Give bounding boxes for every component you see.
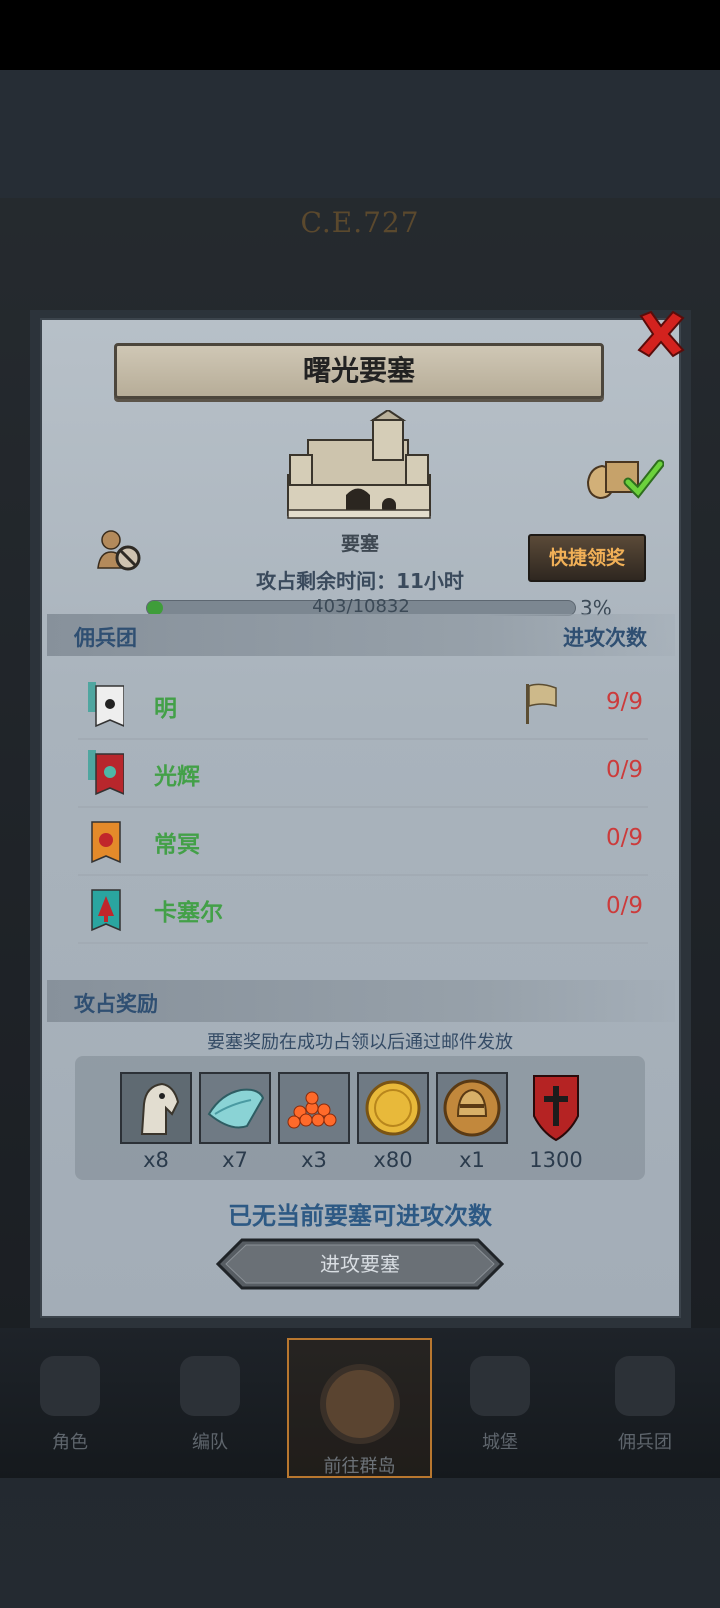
legion-name: 明 [154, 696, 177, 722]
status-bar [0, 0, 720, 70]
popup-title: 曙光要塞 [302, 354, 415, 387]
knight-helmet-icon [443, 1079, 501, 1137]
legion-name: 光辉 [154, 764, 200, 790]
reward-item[interactable]: 1300 [520, 1072, 592, 1172]
legion-row: 明 9/9 [78, 672, 648, 740]
occupying-flag-icon [526, 683, 557, 724]
reward-item[interactable]: x80 [357, 1072, 429, 1172]
legion-name: 卡塞尔 [154, 900, 223, 926]
reward-quantity: 1300 [529, 1148, 583, 1172]
white-sun-banner-icon [88, 682, 124, 728]
legion-row: 常冥 0/9 [78, 808, 648, 876]
no-occupant-icon [97, 530, 141, 571]
reward-item[interactable]: x3 [278, 1072, 350, 1172]
attack-count: 0/9 [605, 757, 643, 783]
attack-fortress-button[interactable]: 进攻要塞 [216, 1238, 504, 1290]
orange-sun-banner-icon [91, 821, 121, 864]
roe-icon [287, 1091, 337, 1129]
legion-nav-icon [615, 1356, 675, 1416]
reward-item[interactable]: x8 [120, 1072, 192, 1172]
reward-quantity: x3 [301, 1148, 327, 1172]
reward-quantity: x8 [143, 1148, 169, 1172]
nav-character[interactable]: 角色 [0, 1348, 140, 1468]
fortress-type-label: 要塞 [340, 533, 379, 555]
nav-islands[interactable]: 前往群岛 [287, 1338, 432, 1478]
close-icon [637, 310, 685, 358]
compass-icon [319, 1364, 400, 1444]
remaining-time: 攻占剩余时间：11小时 [256, 569, 464, 593]
quick-claim-button[interactable]: 快捷领奖 [528, 534, 646, 582]
rewards-section-header: 攻占奖励 [47, 980, 675, 1022]
character-icon [40, 1356, 100, 1416]
reward-item[interactable]: x1 [436, 1072, 508, 1172]
reward-claimed-icon[interactable] [584, 452, 664, 502]
legion-row: 卡塞尔 0/9 [78, 876, 648, 944]
nav-castle[interactable]: 城堡 [430, 1348, 570, 1468]
background-top [0, 70, 720, 200]
formation-icon [180, 1356, 240, 1416]
nav-legion[interactable]: 佣兵团 [575, 1348, 715, 1468]
reward-quantity: x7 [222, 1148, 248, 1172]
reward-quantity: x1 [459, 1148, 485, 1172]
attack-button-label: 进攻要塞 [320, 1252, 400, 1276]
rewards-header-label: 攻占奖励 [74, 992, 158, 1016]
gold-coin-icon [365, 1080, 421, 1136]
title-plate: 曙光要塞 [114, 343, 604, 399]
legion-row: 光辉 0/9 [78, 740, 648, 808]
legion-crest-icon [533, 1075, 579, 1142]
nav-formation[interactable]: 编队 [140, 1348, 280, 1468]
legion-header-label: 佣兵团 [74, 626, 137, 650]
rewards-notice: 要塞奖励在成功占领以后通过邮件发放 [207, 1032, 513, 1053]
close-button[interactable] [635, 308, 687, 360]
reward-quantity: x80 [373, 1148, 413, 1172]
attack-count-header-label: 进攻次数 [563, 626, 647, 650]
reward-item[interactable]: x7 [199, 1072, 271, 1172]
no-attempts-message: 已无当前要塞可进攻次数 [228, 1202, 492, 1230]
teal-tree-banner-icon [91, 889, 121, 932]
horse-icon [140, 1082, 180, 1135]
red-cross-banner-icon [88, 750, 124, 796]
legion-name: 常冥 [154, 832, 200, 858]
fortress-icon [287, 410, 431, 519]
cloth-icon [207, 1088, 265, 1129]
attack-count: 0/9 [605, 825, 643, 851]
attack-count: 0/9 [605, 893, 643, 919]
legion-section-header: 佣兵团 进攻次数 [47, 614, 675, 656]
castle-nav-icon [470, 1356, 530, 1416]
attack-count: 9/9 [605, 689, 643, 715]
